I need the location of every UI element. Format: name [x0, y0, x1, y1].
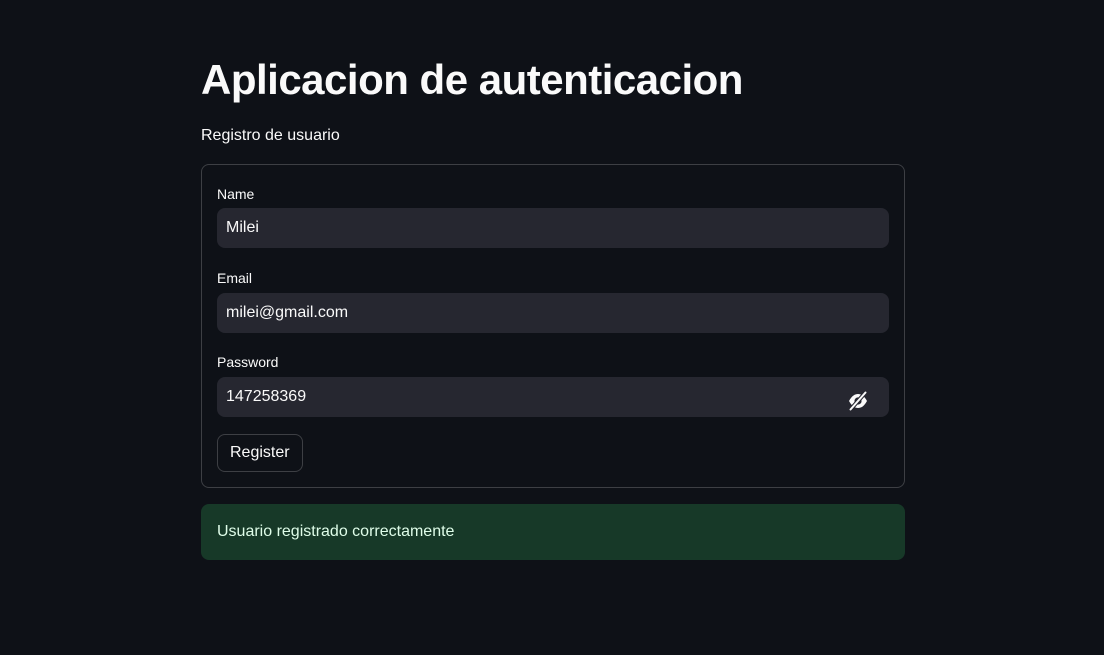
- name-label: Name: [217, 186, 255, 202]
- eye-slash-icon[interactable]: [847, 387, 869, 412]
- name-input[interactable]: Milei: [217, 208, 889, 248]
- password-value: 147258369: [226, 388, 307, 405]
- email-label: Email: [217, 270, 253, 286]
- page-title: Aplicacion de autenticacion: [201, 56, 743, 103]
- register-button[interactable]: Register: [217, 434, 303, 472]
- registration-form: Name Milei Email milei@gmail.com Passwor…: [201, 164, 905, 488]
- password-input[interactable]: 147258369: [217, 377, 889, 417]
- email-input[interactable]: milei@gmail.com: [217, 293, 889, 333]
- password-label: Password: [217, 354, 279, 370]
- success-alert: Usuario registrado correctamente: [201, 504, 905, 560]
- page-subtitle: Registro de usuario: [201, 127, 340, 144]
